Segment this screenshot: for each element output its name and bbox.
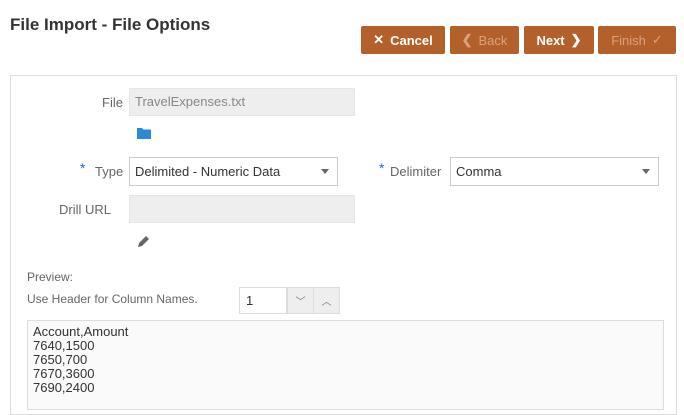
next-label: Next: [536, 32, 565, 48]
chevron-right-icon: ❯: [570, 32, 582, 47]
caret-down-icon: [642, 169, 650, 174]
finish-label: Finish: [611, 32, 646, 48]
preview-textarea[interactable]: Account,Amount 7640,1500 7650,700 7670,3…: [27, 320, 664, 410]
delimiter-value: Comma: [456, 164, 502, 179]
type-value: Delimited - Numeric Data: [135, 164, 281, 179]
file-input[interactable]: TravelExpenses.txt: [129, 88, 355, 116]
chevron-left-icon: ❮: [461, 32, 473, 47]
header-label: Use Header for Column Names.: [27, 292, 198, 306]
close-icon: ✕: [373, 32, 385, 47]
folder-icon[interactable]: [137, 127, 151, 139]
preview-line: 7640,1500: [33, 338, 95, 353]
preview-line: Account,Amount: [33, 324, 129, 339]
finish-button[interactable]: Finish ✓: [598, 26, 676, 54]
back-label: Back: [478, 32, 508, 48]
page-title: File Import - File Options: [10, 15, 211, 34]
file-label: File: [102, 95, 123, 110]
caret-down-icon: [321, 169, 329, 174]
back-button[interactable]: ❮ Back: [450, 26, 519, 54]
pencil-icon[interactable]: [137, 234, 151, 248]
delimiter-select[interactable]: Comma: [450, 157, 659, 186]
decrement-button[interactable]: ﹀: [287, 287, 314, 314]
chevron-down-icon: ﹀: [295, 297, 306, 308]
header-row-input[interactable]: 1: [239, 287, 287, 314]
cancel-label: Cancel: [390, 32, 433, 48]
drill-url-input[interactable]: [129, 195, 355, 223]
increment-button[interactable]: ︿: [313, 287, 340, 314]
delimiter-label: Delimiter: [390, 164, 442, 179]
preview-line: 7670,3600: [33, 366, 95, 381]
chevron-up-icon: ︿: [321, 297, 332, 308]
drill-url-label: Drill URL: [59, 202, 111, 217]
cancel-button[interactable]: ✕ Cancel: [361, 26, 445, 54]
preview-label: Preview:: [27, 270, 74, 284]
preview-line: 7650,700: [33, 352, 88, 367]
check-icon: ✓: [651, 32, 663, 47]
next-button[interactable]: Next ❯: [524, 26, 594, 54]
type-select[interactable]: Delimited - Numeric Data: [129, 157, 338, 186]
type-label: Type: [95, 164, 124, 179]
required-marker: *: [80, 160, 86, 176]
preview-line: 7690,2400: [33, 380, 95, 395]
required-marker: *: [379, 160, 385, 176]
